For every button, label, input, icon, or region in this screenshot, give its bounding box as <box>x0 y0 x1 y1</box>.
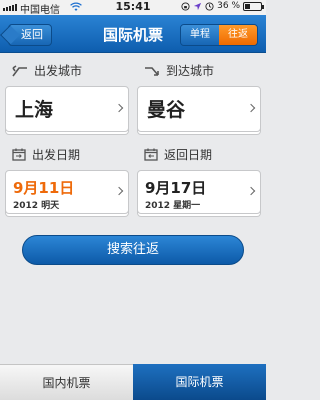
departure-date-value: 9月11日 <box>13 179 75 197</box>
lock-rotation-icon <box>181 1 190 11</box>
tab-domestic-flights[interactable]: 国内机票 <box>0 364 133 400</box>
return-date-label: 返回日期 <box>144 146 212 163</box>
battery-percent: 36 % <box>217 1 240 11</box>
alarm-icon <box>205 1 214 11</box>
chevron-right-icon <box>246 103 256 113</box>
arrival-city-value: 曼谷 <box>147 99 186 121</box>
chevron-right-icon <box>246 186 256 196</box>
calendar-return-icon <box>144 148 158 161</box>
departure-date-subtitle: 2012 明天 <box>13 201 60 211</box>
tab-international-flights[interactable]: 国际机票 <box>133 364 266 400</box>
arrival-city-selector[interactable]: 曼谷 <box>137 86 261 132</box>
return-date-label-text: 返回日期 <box>164 148 213 162</box>
arrival-arrow-icon <box>145 66 159 76</box>
search-round-trip-button[interactable]: 搜索往返 <box>22 235 244 265</box>
return-date-value: 9月17日 <box>145 179 207 197</box>
departure-date-label-text: 出发日期 <box>32 148 81 162</box>
calendar-depart-icon <box>12 148 26 161</box>
status-bar: 中国电信 15:41 36 % <box>0 0 266 16</box>
battery-icon <box>243 1 264 11</box>
location-icon <box>194 2 202 10</box>
arrival-city-label: 到达城市 <box>144 62 214 79</box>
departure-city-value: 上海 <box>15 99 54 121</box>
bottom-tab-bar: 国内机票 国际机票 <box>0 364 266 400</box>
chevron-right-icon <box>114 186 124 196</box>
chevron-right-icon <box>114 103 124 113</box>
return-date-subtitle: 2012 星期一 <box>145 201 201 211</box>
return-date-selector[interactable]: 9月17日 2012 星期一 <box>137 170 261 214</box>
trip-type-segmented-control: 单程 往返 <box>180 24 258 46</box>
departure-date-selector[interactable]: 9月11日 2012 明天 <box>5 170 129 214</box>
departure-city-label: 出发城市 <box>12 62 82 79</box>
departure-city-selector[interactable]: 上海 <box>5 86 129 132</box>
one-way-segment[interactable]: 单程 <box>181 25 219 45</box>
departure-arrow-icon <box>12 64 27 76</box>
navigation-bar: 返回 国际机票 单程 往返 <box>0 15 266 53</box>
arrival-city-label-text: 到达城市 <box>166 64 215 78</box>
round-trip-segment[interactable]: 往返 <box>219 25 257 45</box>
departure-date-label: 出发日期 <box>12 146 80 163</box>
departure-city-label-text: 出发城市 <box>34 64 83 78</box>
